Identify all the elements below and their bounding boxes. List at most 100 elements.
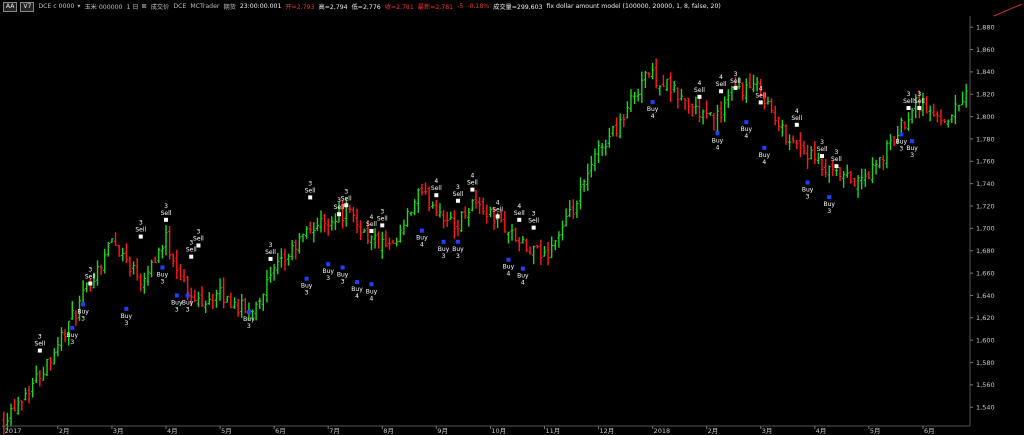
up-bar [611,125,615,137]
buy-label: Buy [517,273,529,280]
up-bar [70,301,74,320]
up-bar [45,358,49,376]
down-bar [128,256,132,277]
down-bar [924,96,929,114]
buy-signal: Buy3 [157,265,169,286]
down-bar [932,103,936,117]
up-bar [276,252,280,275]
buy-quantity: 3 [124,320,128,327]
sell-label: Sell [334,204,345,211]
sell-signal: 4Sell [514,203,525,222]
buy-quantity: 3 [160,279,164,286]
buy-label: Buy [712,137,724,144]
down-bar [99,264,103,276]
time-tick-label: 2018 [654,427,671,435]
price-tick-label: 1,700 [976,225,995,233]
buy-label: Buy [416,235,428,242]
buy-signal: Buy3 [823,195,835,215]
up-bar [888,134,893,151]
up-bar [957,104,961,112]
down-bar [113,232,118,246]
time-tick-label: 3月 [762,427,773,435]
sell-marker [189,254,194,259]
sell-marker [820,154,825,159]
sell-label: Sell [831,156,842,163]
up-bar [470,199,474,212]
sell-marker [495,214,500,219]
up-bar [146,265,150,286]
buy-signal: Buy4 [647,100,659,120]
up-bar [416,188,420,213]
down-bar [229,292,233,309]
sell-label: Sell [161,210,172,217]
price-chart[interactable]: 3SellBuy33SellBuy3Buy33Sell3SellBuy3Buy3… [0,0,1024,435]
down-bar [777,116,781,132]
time-tick-label: 12月 [600,427,615,435]
time-tick-label: 6月 [924,427,935,435]
sell-signal: 4Sell [431,178,442,198]
down-bar [200,286,204,307]
up-bar [578,177,583,210]
down-bar [477,196,482,214]
buy-quantity: 4 [370,295,374,302]
up-bar [510,223,514,241]
up-bar [240,293,244,318]
up-bar [85,282,89,293]
up-bar [286,253,291,266]
up-bar [106,241,110,257]
buy-signal: Buy4 [351,280,363,300]
down-bar [308,221,312,234]
sell-signal: 3Sell [453,184,464,203]
down-bar [351,207,356,223]
sell-marker [344,203,349,208]
up-bar [842,171,846,188]
sell-quantity: 4 [496,199,500,206]
time-tick-label: 9月 [437,427,448,435]
sell-marker [434,193,439,198]
up-bar [81,280,85,306]
sell-label: Sell [453,191,464,198]
buy-quantity: 4 [651,113,655,120]
up-bar [665,78,669,92]
up-bar [261,293,265,312]
up-bar [297,232,301,254]
up-bar [409,211,413,216]
up-bar [863,168,867,188]
buy-label: Buy [337,272,349,279]
down-bar [712,113,716,131]
up-bar [41,366,46,381]
up-bar [744,78,748,103]
sell-marker [37,348,42,353]
buy-quantity: 3 [827,208,831,215]
buy-marker [174,293,179,298]
up-bar [726,89,730,108]
up-bar [402,219,406,235]
buy-signal: Buy3 [243,310,255,330]
sell-marker [917,106,922,111]
buy-signal: Buy3 [337,265,349,286]
sell-label: Sell [193,236,204,243]
down-bar [38,369,42,387]
up-bar [333,213,338,231]
up-bar [560,220,565,241]
down-bar [676,87,680,109]
buy-label: Buy [452,246,464,253]
buy-marker [744,120,749,125]
up-bar [568,200,572,217]
up-bar [542,245,547,257]
down-bar [719,101,723,123]
up-bar [95,260,100,286]
buy-quantity: 3 [81,315,85,322]
sell-quantity: 4 [370,214,374,221]
up-bar [232,297,237,310]
up-bar [906,112,911,131]
buy-quantity: 3 [442,253,446,260]
sell-quantity: 3 [532,211,536,218]
down-bar [355,208,359,234]
time-tick-label: 2月 [59,427,70,435]
buy-marker [520,266,525,271]
sell-marker [369,228,374,233]
down-bar [168,226,172,260]
buy-label: Buy [802,187,814,194]
up-bar [899,117,903,135]
